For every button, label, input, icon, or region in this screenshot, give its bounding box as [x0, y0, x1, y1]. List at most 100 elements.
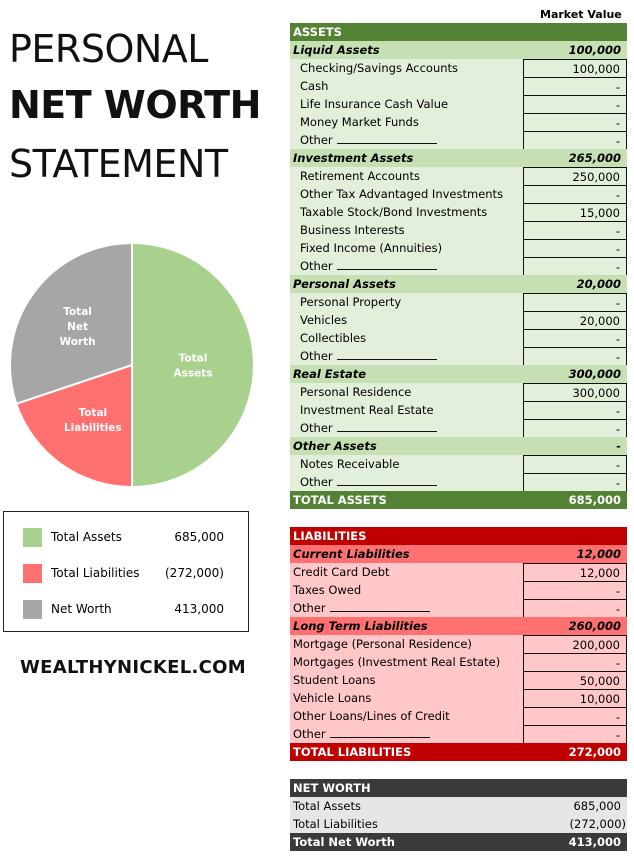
line-item-text: Student Loans — [293, 673, 376, 687]
line-item-label: Vehicles — [300, 311, 347, 329]
line-item-label[interactable]: Other — [293, 725, 430, 743]
line-item-label: Money Market Funds — [300, 113, 419, 131]
line-item-row: Credit Card Debt 12,000 — [290, 563, 627, 582]
section-header-label: NET WORTH — [293, 781, 371, 795]
group-total: 260,000 — [568, 619, 621, 633]
value-input-cell[interactable]: 300,000 — [523, 383, 627, 402]
line-item-text: Vehicles — [300, 313, 348, 327]
line-item-label: Vehicle Loans — [293, 689, 371, 707]
blank-write-in-line[interactable] — [329, 726, 430, 738]
value-input-cell[interactable]: - — [523, 455, 627, 474]
line-item-text: Investment Real Estate — [300, 403, 434, 417]
line-item-value: 100,000 — [572, 62, 620, 76]
line-item-label[interactable]: Other — [300, 257, 437, 275]
line-item-text: Business Interests — [300, 223, 405, 237]
line-item-text: Other — [293, 727, 326, 741]
line-item-value: - — [615, 710, 620, 724]
line-item-value: 20,000 — [579, 314, 620, 328]
value-input-cell[interactable]: - — [523, 239, 627, 258]
value-input-cell[interactable]: 50,000 — [523, 671, 627, 690]
line-item-label: Collectibles — [300, 329, 366, 347]
line-item-value: - — [615, 422, 620, 436]
blank-write-in-line[interactable] — [336, 420, 437, 432]
line-item-value: 50,000 — [579, 674, 620, 688]
assets-table: ASSETS Liquid Assets 100,000 Checking/Savin… — [290, 23, 627, 509]
line-item-row: Collectibles - — [290, 329, 627, 348]
line-item-label[interactable]: Other — [300, 347, 437, 365]
legend-item: Net Worth 413,000 — [4, 599, 248, 619]
line-item-label[interactable]: Other — [293, 599, 430, 617]
value-input-cell[interactable]: - — [523, 401, 627, 420]
value-input-cell[interactable]: - — [523, 221, 627, 240]
line-item-row: Investment Real Estate - — [290, 401, 627, 420]
line-item-value: - — [615, 260, 620, 274]
value-input-cell[interactable]: - — [523, 293, 627, 312]
line-item-label: Retirement Accounts — [300, 167, 420, 185]
line-item-label: Personal Residence — [300, 383, 411, 401]
pie-label-line: Liabilities — [64, 422, 122, 434]
line-item-label: Mortgages (Investment Real Estate) — [293, 653, 500, 671]
value-input-cell[interactable]: - — [523, 653, 627, 672]
value-input-cell[interactable]: 12,000 — [523, 563, 627, 582]
line-item-value: 12,000 — [579, 566, 620, 580]
net-worth-pie-chart: Total Assets Total Liabilities Total Net Worth — [9, 241, 255, 489]
blank-write-in-line[interactable] — [336, 348, 437, 360]
liabilities-table: LIABILITIES Current Liabilities 12,000 Cred… — [290, 527, 627, 761]
line-item-label[interactable]: Other — [300, 419, 437, 437]
value-input-cell[interactable]: 10,000 — [523, 689, 627, 708]
value-input-cell[interactable]: - — [523, 95, 627, 114]
value-input-cell[interactable]: 250,000 — [523, 167, 627, 186]
line-item-text: Other Loans/Lines of Credit — [293, 709, 450, 723]
line-item-row: Business Interests - — [290, 221, 627, 240]
group-total: 20,000 — [576, 277, 621, 291]
line-item-label[interactable]: Other — [300, 473, 437, 491]
value-input-cell[interactable]: 200,000 — [523, 635, 627, 654]
legend-value: 413,000 — [174, 602, 224, 616]
value-input-cell[interactable]: - — [523, 131, 627, 150]
line-item-label: Other Tax Advantaged Investments — [300, 185, 503, 203]
line-item-value: - — [615, 332, 620, 346]
blank-write-in-line[interactable] — [336, 132, 437, 144]
blank-write-in-line[interactable] — [336, 474, 437, 486]
value-input-cell[interactable]: 20,000 — [523, 311, 627, 330]
legend-value: (272,000) — [165, 566, 224, 580]
line-item-text: Notes Receivable — [300, 457, 400, 471]
line-item-row: Other - — [290, 131, 627, 150]
line-item-text: Other — [300, 421, 333, 435]
value-input-cell[interactable]: 100,000 — [523, 59, 627, 78]
value-input-cell[interactable]: - — [523, 473, 627, 492]
line-item-text: Other — [300, 475, 333, 489]
line-item-value: - — [615, 134, 620, 148]
summary-value: (272,000) — [569, 817, 626, 831]
value-input-cell[interactable]: - — [523, 599, 627, 618]
value-input-cell[interactable]: - — [523, 257, 627, 276]
line-item-label[interactable]: Other — [300, 131, 437, 149]
value-input-cell[interactable]: - — [523, 347, 627, 366]
legend-label: Total Liabilities — [51, 566, 140, 580]
value-input-cell[interactable]: - — [523, 185, 627, 204]
value-input-cell[interactable]: - — [523, 77, 627, 96]
group-name: Investment Assets — [293, 151, 414, 165]
line-item-text: Taxable Stock/Bond Investments — [300, 205, 488, 219]
group-name: Liquid Assets — [293, 43, 380, 57]
value-input-cell[interactable]: - — [523, 419, 627, 438]
line-item-row: Money Market Funds - — [290, 113, 627, 132]
pie-label-line: Worth — [59, 336, 95, 348]
value-input-cell[interactable]: - — [523, 329, 627, 348]
group-name: Other Assets — [293, 439, 377, 453]
line-item-text: Taxes Owed — [293, 583, 362, 597]
line-item-value: - — [615, 602, 620, 616]
value-input-cell[interactable]: - — [523, 707, 627, 726]
section-header-label: LIABILITIES — [293, 529, 367, 543]
line-item-text: Mortgages (Investment Real Estate) — [293, 655, 501, 669]
value-input-cell[interactable]: 15,000 — [523, 203, 627, 222]
value-input-cell[interactable]: - — [523, 725, 627, 744]
blank-write-in-line[interactable] — [329, 600, 430, 612]
value-input-cell[interactable]: - — [523, 581, 627, 600]
net-worth-total-row: Total Net Worth 413,000 — [290, 833, 627, 851]
line-item-row: Cash - — [290, 77, 627, 96]
group-header-row: Investment Assets 265,000 — [290, 149, 627, 167]
value-input-cell[interactable]: - — [523, 113, 627, 132]
line-item-value: - — [615, 656, 620, 670]
blank-write-in-line[interactable] — [336, 258, 437, 270]
